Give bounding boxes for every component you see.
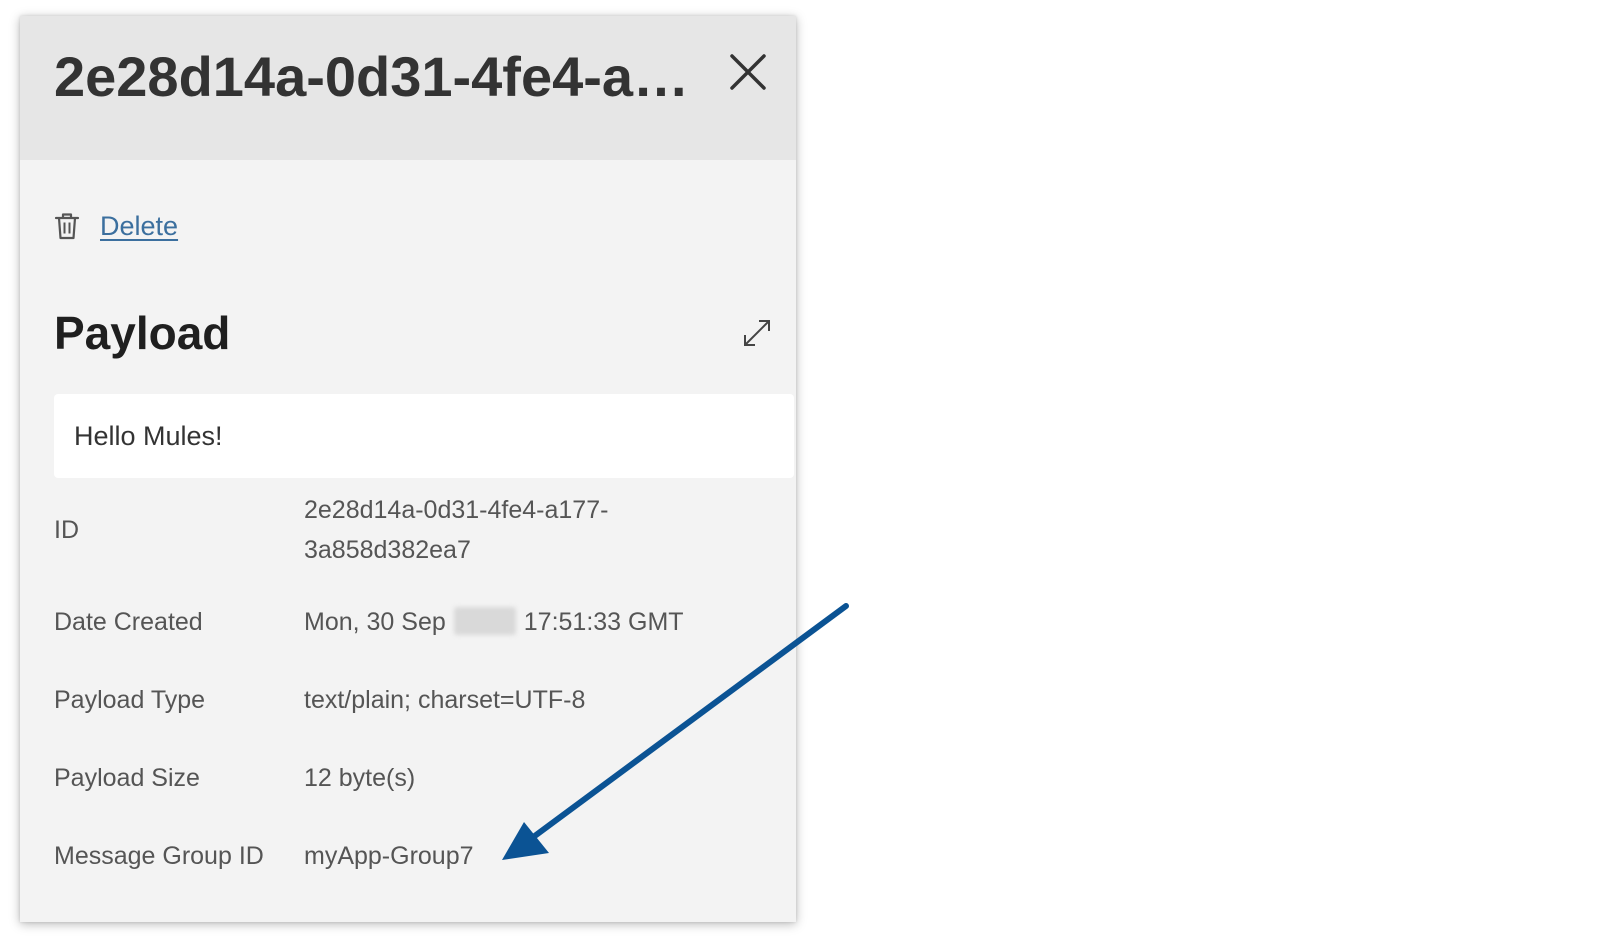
id-value-line-1: 2e28d14a-0d31-4fe4-a177-: [304, 496, 609, 524]
panel-header: 2e28d14a-0d31-4fe4-a177-3a858d382ea7: [20, 16, 796, 160]
id-label: ID: [54, 516, 79, 544]
date-created-value: Mon, 30 Sep 17:51:33 GMT: [304, 602, 774, 642]
message-detail-panel: 2e28d14a-0d31-4fe4-a177-3a858d382ea7 Del…: [20, 16, 796, 922]
payload-heading: Payload: [54, 307, 231, 359]
date-created-prefix: Mon, 30 Sep: [304, 608, 446, 636]
screenshot-canvas: 2e28d14a-0d31-4fe4-a177-3a858d382ea7 Del…: [0, 0, 1618, 948]
delete-link[interactable]: Delete: [100, 211, 178, 242]
message-group-id-label: Message Group ID: [54, 842, 264, 870]
payload-type-value: text/plain; charset=UTF-8: [304, 686, 586, 714]
date-created-label: Date Created: [54, 608, 203, 636]
payload-content: Hello Mules!: [54, 394, 794, 478]
payload-type-label: Payload Type: [54, 686, 206, 714]
redacted-year: [453, 607, 516, 635]
payload-text: Hello Mules!: [74, 420, 223, 451]
delete-action[interactable]: Delete: [54, 206, 178, 246]
message-group-id-value: myApp-Group7: [304, 842, 474, 870]
payload-size-label: Payload Size: [54, 764, 200, 792]
id-value: 2e28d14a-0d31-4fe4-a177- 3a858d382ea7: [304, 490, 774, 570]
close-x-icon: [730, 54, 766, 90]
id-value-line-2: 3a858d382ea7: [304, 536, 471, 564]
close-button[interactable]: [726, 50, 770, 94]
expand-diagonal-icon: [744, 320, 770, 346]
payload-size-value: 12 byte(s): [304, 764, 416, 792]
expand-button[interactable]: [740, 316, 774, 350]
panel-title: 2e28d14a-0d31-4fe4-a177-3a858d382ea7: [54, 46, 694, 108]
date-created-suffix: 17:51:33 GMT: [523, 608, 684, 636]
trash-icon: [54, 213, 80, 240]
